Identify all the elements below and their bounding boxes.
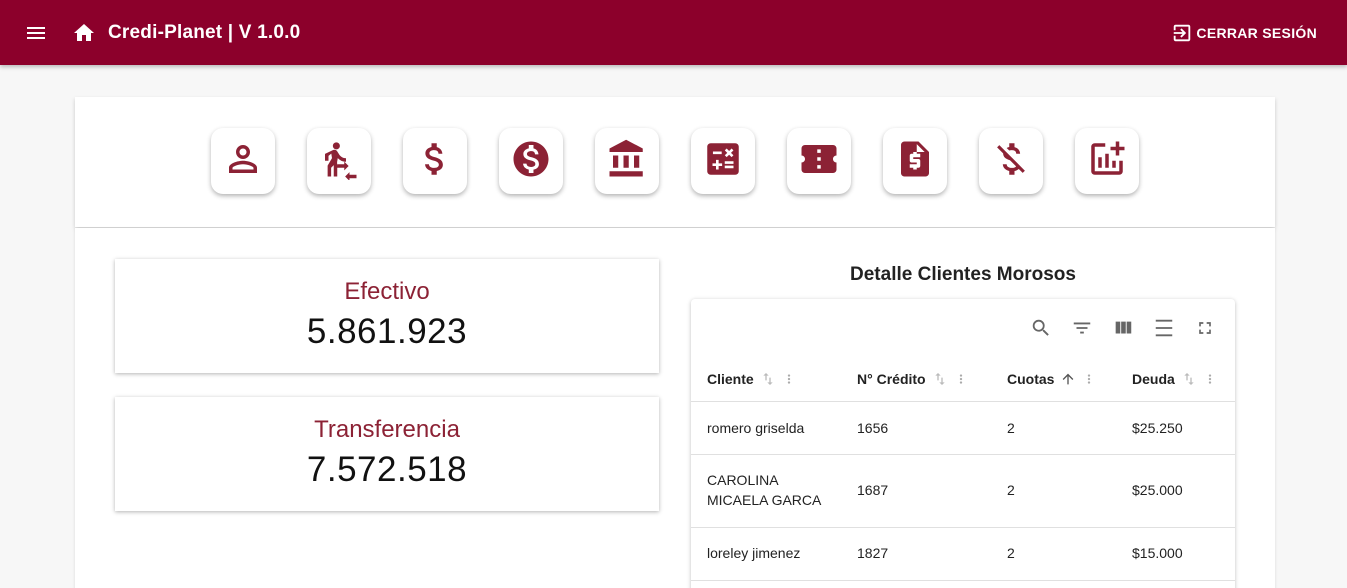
ticket-button[interactable]	[787, 128, 851, 194]
cell-cliente: loreley jimenez	[707, 545, 801, 561]
cell-deuda: $25.000	[1132, 482, 1183, 498]
filter-icon[interactable]	[1070, 316, 1094, 340]
transferencia-label: Transferencia	[314, 416, 460, 443]
logout-button[interactable]: CERRAR SESIÓN	[1171, 21, 1317, 45]
column-label: N° Crédito	[857, 371, 926, 387]
cell-cuotas: 2	[1007, 420, 1015, 436]
column-label: Cliente	[707, 371, 754, 387]
person-icon	[222, 138, 264, 185]
transfer-person-icon	[318, 138, 360, 185]
column-label: Cuotas	[1007, 371, 1055, 387]
actions-toolbar	[75, 97, 1275, 227]
clients-button[interactable]	[211, 128, 275, 194]
cell-credito: 1687	[857, 482, 889, 498]
menu-icon[interactable]	[24, 21, 48, 45]
cell-cuotas: 2	[1007, 545, 1015, 561]
table-row[interactable]: romero griselda 1656 2 $25.250	[691, 402, 1235, 455]
column-header-deuda[interactable]: Deuda	[1132, 370, 1217, 388]
add-report-button[interactable]	[1075, 128, 1139, 194]
fullscreen-icon[interactable]	[1193, 316, 1217, 340]
efectivo-value: 5.861.923	[306, 312, 468, 351]
add-chart-icon	[1086, 138, 1128, 185]
bank-button[interactable]	[595, 128, 659, 194]
logout-icon	[1171, 22, 1193, 44]
charge-button[interactable]	[499, 128, 563, 194]
calculator-icon	[702, 138, 744, 185]
column-header-credito[interactable]: N° Crédito	[857, 370, 968, 388]
table-toolbar	[1029, 316, 1217, 340]
no-money-icon	[990, 138, 1032, 185]
transferencia-value: 7.572.518	[306, 450, 468, 489]
density-icon[interactable]	[1152, 316, 1176, 340]
clients-table: Cliente N° Crédito Cuotas Deuda romero g…	[691, 299, 1235, 588]
bank-icon	[606, 138, 648, 185]
calculator-button[interactable]	[691, 128, 755, 194]
payment-button[interactable]	[403, 128, 467, 194]
table-title: Detalle Clientes Morosos	[850, 264, 1076, 285]
dollar-icon	[414, 138, 456, 185]
dollar-document-icon	[894, 138, 936, 185]
sort-icon[interactable]	[1181, 371, 1197, 387]
cell-deuda: $15.000	[1132, 545, 1183, 561]
column-header-cuotas[interactable]: Cuotas	[1007, 370, 1096, 388]
efectivo-label: Efectivo	[344, 278, 430, 305]
transferencia-card: Transferencia 7.572.518	[115, 397, 659, 511]
app-title: Credi-Planet | V 1.0.0	[108, 22, 301, 43]
dollar-circle-icon	[510, 138, 552, 185]
logout-label: CERRAR SESIÓN	[1196, 25, 1317, 41]
transfer-client-button[interactable]	[307, 128, 371, 194]
sort-icon[interactable]	[760, 371, 776, 387]
search-icon[interactable]	[1029, 316, 1053, 340]
table-row[interactable]: loreley jimenez 1827 2 $15.000	[691, 528, 1235, 581]
app-bar: Credi-Planet | V 1.0.0 CERRAR SESIÓN	[0, 0, 1347, 65]
table-header: Cliente N° Crédito Cuotas Deuda	[691, 356, 1235, 402]
efectivo-card: Efectivo 5.861.923	[115, 259, 659, 373]
invoice-button[interactable]	[883, 128, 947, 194]
more-vert-icon[interactable]	[1203, 370, 1217, 388]
cell-cliente: romero griselda	[707, 420, 805, 436]
cell-cuotas: 2	[1007, 482, 1015, 498]
home-icon[interactable]	[72, 21, 96, 45]
columns-icon[interactable]	[1111, 316, 1135, 340]
cell-deuda: $25.250	[1132, 420, 1183, 436]
more-vert-icon[interactable]	[954, 370, 968, 388]
sort-icon[interactable]	[932, 371, 948, 387]
more-vert-icon[interactable]	[782, 370, 796, 388]
column-header-cliente[interactable]: Cliente	[707, 370, 796, 388]
cell-credito: 1827	[857, 545, 889, 561]
cell-cliente: CAROLINA MICAELA GARCA	[707, 472, 822, 508]
no-payment-button[interactable]	[979, 128, 1043, 194]
column-label: Deuda	[1132, 371, 1175, 387]
sort-ascending-icon[interactable]	[1060, 371, 1076, 387]
ticket-icon	[798, 138, 840, 185]
more-vert-icon[interactable]	[1082, 370, 1096, 388]
cell-credito: 1656	[857, 420, 889, 436]
table-row[interactable]: CAROLINA MICAELA GARCA 1687 2 $25.000	[691, 455, 1235, 528]
